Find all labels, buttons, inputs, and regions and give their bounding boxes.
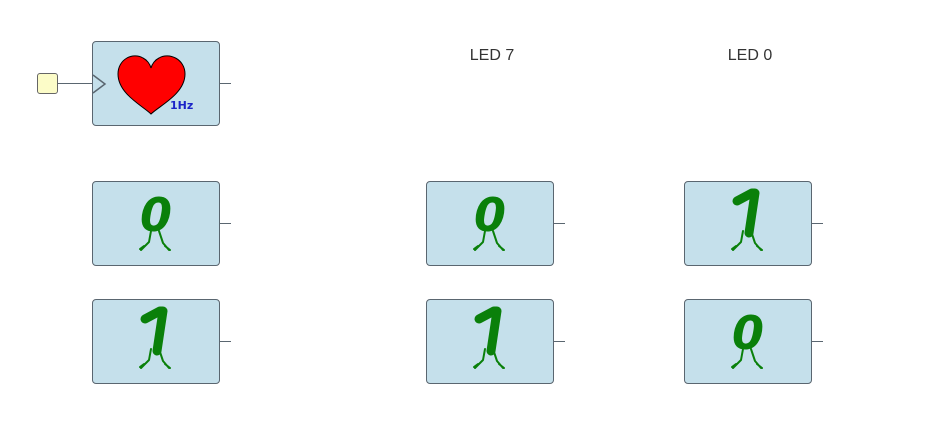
bit-block-mid-bottom[interactable] — [426, 299, 554, 384]
walking-digit-icon — [139, 306, 171, 369]
input-toggle[interactable] — [37, 73, 58, 94]
bit-block-right-bottom[interactable]: 0 — [684, 299, 812, 384]
walking-digit-icon: 0 — [139, 188, 172, 251]
svg-text:0: 0 — [474, 188, 506, 242]
bit-output-pin — [220, 223, 231, 224]
bit-output-pin — [812, 223, 823, 224]
bit-block-right-top[interactable] — [684, 181, 812, 266]
clock-glyph — [92, 55, 186, 115]
bit-block-left-top[interactable]: 0 — [92, 181, 220, 266]
walking-digit-icon — [731, 188, 763, 251]
svg-text:0: 0 — [140, 188, 172, 242]
bit-output-pin — [554, 341, 565, 342]
bit-block-mid-top[interactable]: 0 — [426, 181, 554, 266]
bit-output-pin — [554, 223, 565, 224]
bit-block-left-bottom[interactable] — [92, 299, 220, 384]
svg-text:0: 0 — [732, 306, 764, 360]
walking-digit-icon — [473, 306, 505, 369]
label-led7: LED 7 — [469, 47, 515, 64]
clock-block[interactable]: 1Hz — [92, 41, 220, 126]
clock-input-triangle — [92, 74, 107, 94]
clock-output-pin — [220, 83, 231, 84]
label-led0: LED 0 — [727, 47, 773, 64]
bit-output-pin — [220, 341, 231, 342]
walking-digit-icon: 0 — [731, 306, 764, 369]
walking-digit-icon: 0 — [473, 188, 506, 251]
input-wire — [58, 83, 92, 84]
clock-frequency: 1Hz — [170, 99, 194, 112]
bit-output-pin — [812, 341, 823, 342]
